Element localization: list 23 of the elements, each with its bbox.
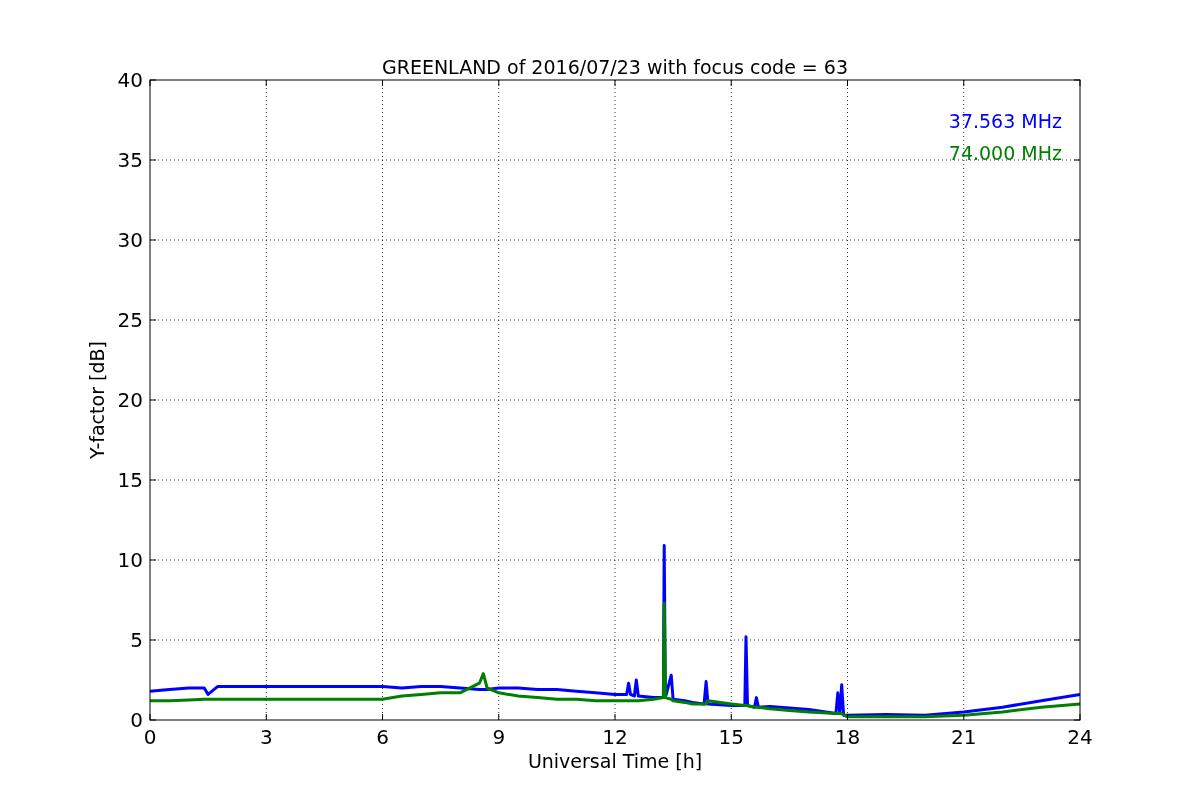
x-tick-label: 9 xyxy=(492,725,506,749)
x-tick-label: 21 xyxy=(951,725,977,749)
x-tick-label: 6 xyxy=(376,725,389,749)
y-tick-label: 40 xyxy=(117,68,143,92)
x-tick-label: 24 xyxy=(1067,725,1093,749)
x-axis-label: Universal Time [h] xyxy=(527,750,703,772)
y-tick-label: 25 xyxy=(117,308,143,332)
x-tick-label: 18 xyxy=(834,725,861,749)
legend-entry: 37.563 MHz xyxy=(948,110,1062,132)
y-tick-label: 15 xyxy=(117,468,143,492)
y-tick-label: 5 xyxy=(130,628,143,652)
y-tick-label: 20 xyxy=(117,388,143,412)
x-tick-label: 15 xyxy=(718,725,744,749)
y-tick-label: 0 xyxy=(130,708,143,732)
y-tick-label: 10 xyxy=(117,548,143,572)
x-tick-label: 3 xyxy=(259,725,273,749)
legend-entry: 74.000 MHz xyxy=(948,142,1062,164)
y-tick-label: 35 xyxy=(117,148,143,172)
y-axis-label: Y-factor [dB] xyxy=(86,341,108,459)
y-tick-label: 30 xyxy=(117,228,143,252)
x-tick-label: 0 xyxy=(143,725,157,749)
x-tick-label: 12 xyxy=(602,725,628,749)
chart-title: GREENLAND of 2016/07/23 with focus code = 63 xyxy=(382,56,848,78)
